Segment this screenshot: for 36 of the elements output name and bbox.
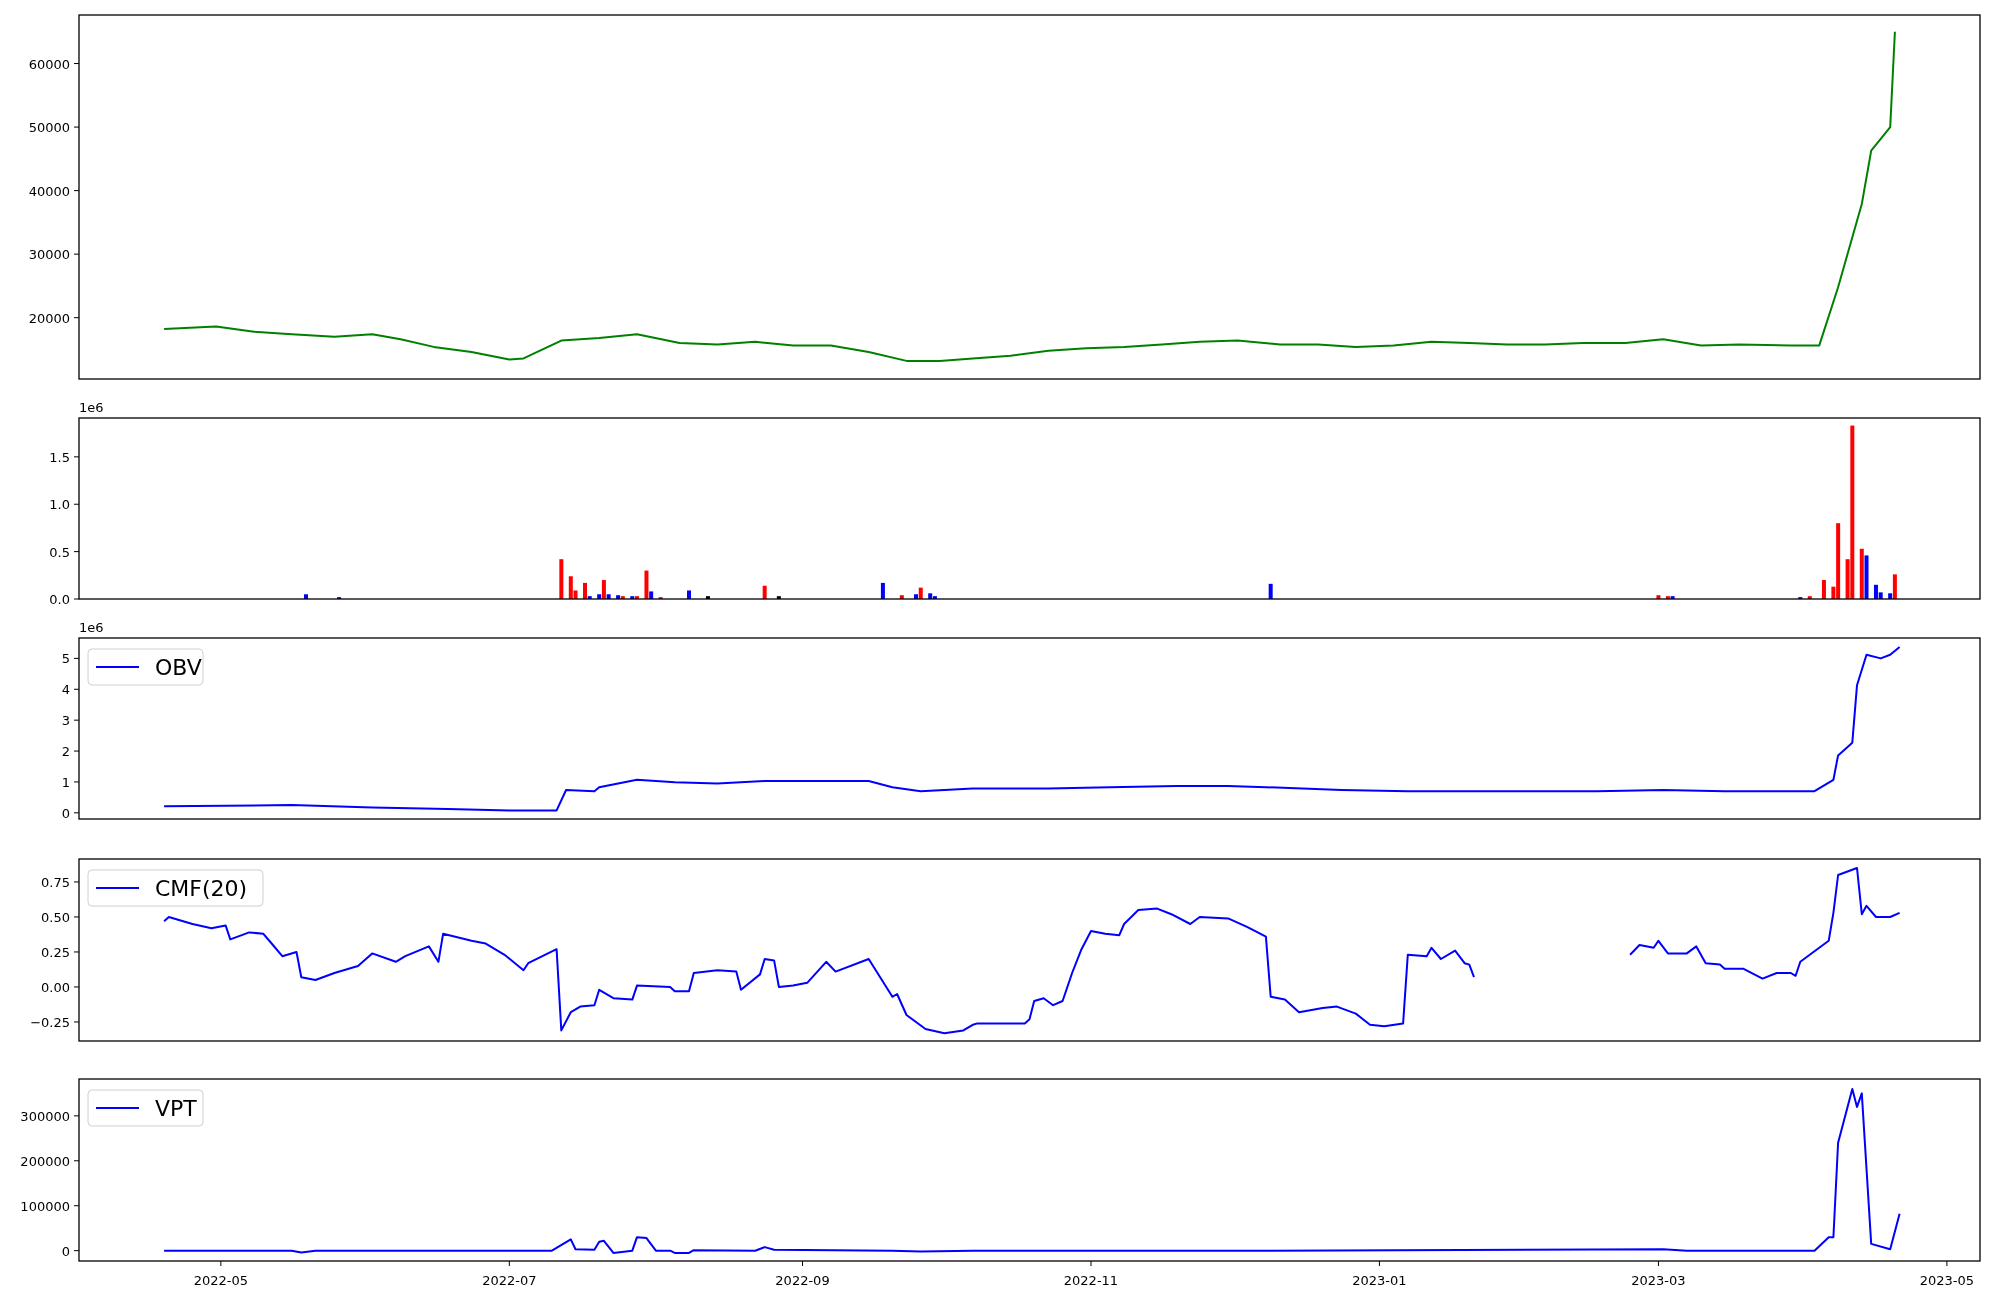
tick-label: 0.5	[49, 544, 70, 560]
tick-label: 40000	[28, 183, 70, 199]
tick-label: 4	[61, 682, 70, 698]
tick-label: 20000	[28, 310, 70, 326]
tick-label: 2023-03	[1631, 1273, 1686, 1288]
axis-offset-text: 1e6	[79, 620, 104, 635]
tick-label: 0.50	[41, 909, 70, 925]
tick-label: 0.75	[41, 874, 70, 890]
tick-label: 30000	[28, 247, 70, 263]
tick-label: 1.0	[49, 497, 70, 513]
tick-label: 0.25	[41, 944, 70, 960]
tick-label: 2023-05	[1919, 1273, 1975, 1288]
tick-label: 0.00	[41, 979, 70, 995]
tick-label: 60000	[28, 56, 70, 72]
tick-label: 200000	[20, 1153, 70, 1169]
tick-label: 1.5	[49, 449, 70, 465]
tick-label: 5	[61, 651, 70, 667]
tick-label: 2022-11	[1063, 1273, 1119, 1288]
tick-label: 100000	[20, 1198, 70, 1214]
axis-offset-text: 1e6	[79, 400, 104, 415]
tick-label: 0.0	[49, 592, 70, 607]
tick-label: 3	[61, 713, 70, 729]
tick-label: 300000	[20, 1108, 70, 1124]
tick-label: 0	[61, 1243, 70, 1259]
tick-label: 0	[61, 805, 70, 821]
tick-label: 2022-07	[482, 1273, 537, 1288]
tick-label: −0.25	[30, 1014, 70, 1030]
tick-label: 2022-09	[775, 1273, 830, 1288]
legend-label: OBV	[155, 655, 202, 680]
tick-label: 1	[61, 774, 70, 790]
tick-label: 2022-05	[193, 1273, 249, 1288]
tick-label: 2023-01	[1352, 1273, 1407, 1288]
legend-label: VPT	[155, 1096, 197, 1121]
tick-label: 2	[61, 744, 70, 760]
legend-label: CMF(20)	[155, 876, 248, 901]
tick-label: 50000	[28, 120, 70, 136]
